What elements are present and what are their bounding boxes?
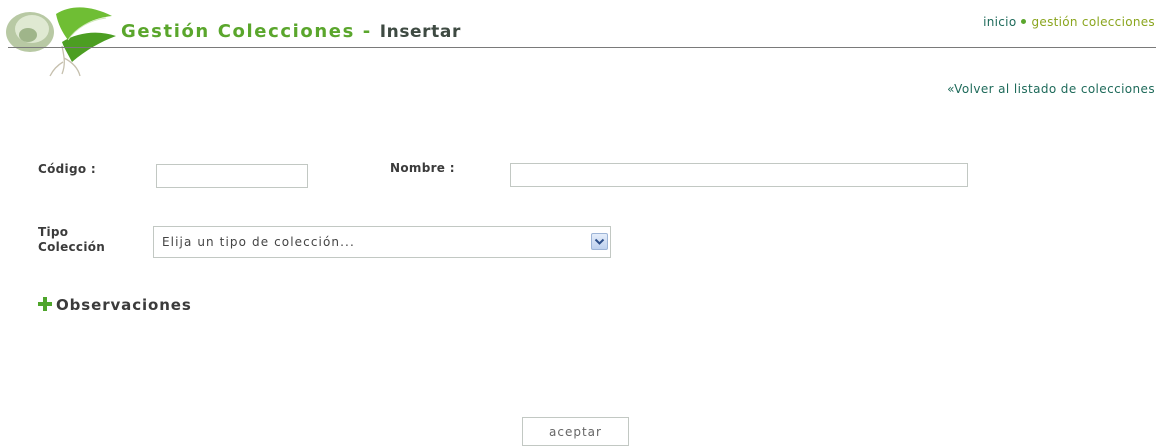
aceptar-button[interactable]: aceptar bbox=[522, 417, 629, 446]
plus-icon bbox=[38, 297, 52, 311]
chevron-down-icon bbox=[594, 238, 605, 245]
breadcrumb-home-link[interactable]: inicio bbox=[983, 15, 1016, 29]
codigo-label: Código : bbox=[38, 162, 96, 176]
back-to-list-link[interactable]: «Volver al listado de colecciones bbox=[947, 82, 1155, 96]
page-title-sub: Insertar bbox=[379, 22, 461, 42]
codigo-input[interactable] bbox=[156, 164, 308, 188]
page-header: Gestión Colecciones - Insertar inicio ges… bbox=[0, 0, 1161, 80]
page-title-separator: - bbox=[354, 21, 380, 42]
observaciones-toggle[interactable]: Observaciones bbox=[38, 296, 192, 314]
tipo-coleccion-select[interactable]: Elija un tipo de colección... bbox=[153, 226, 611, 258]
page-title: Gestión Colecciones - Insertar bbox=[121, 21, 461, 42]
header-divider bbox=[8, 47, 1156, 48]
dropdown-button[interactable] bbox=[591, 233, 608, 250]
nombre-label: Nombre : bbox=[390, 161, 455, 175]
observaciones-label: Observaciones bbox=[56, 296, 192, 314]
tipo-coleccion-label: Tipo Colección bbox=[38, 225, 105, 255]
bullet-dot-icon bbox=[1021, 19, 1027, 24]
tipo-label-line1: Tipo bbox=[38, 225, 69, 239]
breadcrumb-current: gestión colecciones bbox=[1031, 15, 1155, 29]
breadcrumb: inicio gestión colecciones bbox=[983, 15, 1155, 29]
leaves-logo-icon bbox=[6, 7, 116, 77]
nombre-input[interactable] bbox=[510, 163, 968, 187]
page-title-main: Gestión Colecciones bbox=[121, 21, 355, 42]
tipo-label-line2: Colección bbox=[38, 240, 106, 254]
tipo-coleccion-selected-value: Elija un tipo de colección... bbox=[162, 235, 355, 249]
